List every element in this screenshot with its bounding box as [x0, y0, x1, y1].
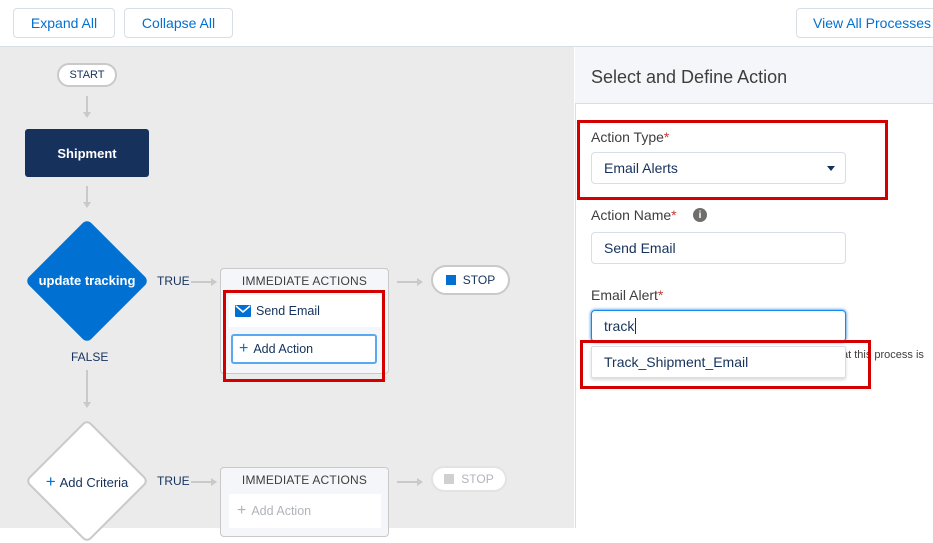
info-icon[interactable]: i	[693, 208, 707, 222]
panel-header: Select and Define Action	[575, 47, 933, 104]
object-node[interactable]: Shipment	[25, 129, 149, 177]
add-action-label: Add Action	[251, 504, 312, 518]
connector	[86, 186, 88, 202]
square-icon	[445, 275, 456, 285]
action-name-value: Send Email	[604, 240, 676, 256]
arrow-down-icon	[83, 112, 91, 118]
connector	[397, 481, 417, 483]
arrow-right-icon	[211, 478, 217, 486]
connector	[191, 281, 211, 283]
stop-node-disabled: STOP	[431, 466, 507, 492]
arrow-down-icon	[83, 402, 91, 408]
connector	[86, 370, 88, 402]
action-name-input[interactable]: Send Email	[591, 232, 846, 264]
collapse-all-button[interactable]: Collapse All	[124, 8, 233, 38]
required-marker: *	[671, 207, 677, 223]
connector	[397, 281, 417, 283]
action-name-label: Action Name*	[591, 207, 677, 223]
immediate-actions-header: IMMEDIATE ACTIONS	[241, 473, 368, 487]
plus-icon: +	[237, 502, 247, 519]
arrow-down-icon	[83, 202, 91, 208]
email-alert-label: Email Alert*	[591, 287, 664, 303]
add-action-button-disabled[interactable]: + Add Action	[229, 494, 381, 528]
stop-label: STOP	[462, 273, 496, 287]
stop-node: STOP	[431, 265, 510, 295]
true-label: TRUE	[157, 274, 190, 288]
expand-all-button[interactable]: Expand All	[13, 8, 115, 38]
toolbar: Expand All Collapse All View All Process…	[0, 0, 933, 47]
true-label: TRUE	[157, 474, 190, 488]
panel-title: Select and Define Action	[591, 67, 788, 87]
immediate-actions-header: IMMEDIATE ACTIONS	[241, 274, 368, 288]
connector	[191, 481, 211, 483]
email-alert-value: track	[604, 318, 635, 334]
highlight-box	[580, 340, 871, 389]
highlight-box	[223, 290, 385, 382]
stop-label: STOP	[461, 472, 494, 486]
plus-icon: +	[45, 472, 56, 491]
email-alert-input[interactable]: track	[591, 310, 846, 342]
required-marker: *	[657, 287, 664, 303]
start-node: START	[57, 63, 117, 87]
false-label: FALSE	[71, 350, 109, 364]
connector	[86, 96, 88, 112]
square-icon	[444, 474, 455, 484]
arrow-right-icon	[417, 278, 423, 286]
view-all-processes-button[interactable]: View All Processes	[796, 8, 933, 38]
text-cursor	[635, 318, 637, 334]
arrow-right-icon	[211, 278, 217, 286]
criteria-label: update tracking	[38, 272, 136, 288]
add-criteria-label: + Add Criteria	[45, 472, 129, 491]
highlight-box	[577, 120, 888, 200]
arrow-right-icon	[417, 478, 423, 486]
